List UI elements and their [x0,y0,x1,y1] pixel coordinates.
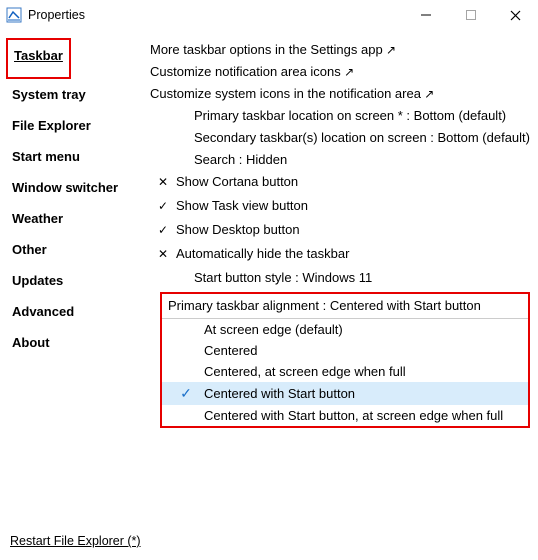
option-taskview[interactable]: ✓ Show Task view button [150,196,530,220]
title-bar: Properties [0,0,538,30]
dropdown-option-centered[interactable]: Centered [162,340,528,361]
link-system-icons[interactable]: Customize system icons in the notificati… [150,84,530,106]
active-tab-highlight: Taskbar [6,38,71,79]
sidebar-item-taskbar[interactable]: Taskbar [12,42,65,69]
dropdown-option-centered-edge[interactable]: Centered, at screen edge when full [162,361,528,382]
option-desktop[interactable]: ✓ Show Desktop button [150,220,530,244]
sidebar-item-weather[interactable]: Weather [10,205,146,232]
sidebar-item-updates[interactable]: Updates [10,267,146,294]
option-search[interactable]: Search : Hidden [150,150,530,172]
close-button[interactable] [493,0,538,30]
sidebar-item-start-menu[interactable]: Start menu [10,143,146,170]
check-icon: ✓ [150,198,176,215]
app-icon [6,7,22,23]
sidebar: Taskbar System tray File Explorer Start … [10,34,146,524]
dropdown-option-centered-start[interactable]: ✓ Centered with Start button [162,382,528,405]
minimize-button[interactable] [403,0,448,30]
maximize-button[interactable] [448,0,493,30]
check-icon: ✓ [168,385,204,402]
cross-icon: ✕ [150,246,176,263]
option-cortana[interactable]: ✕ Show Cortana button [150,172,530,196]
sidebar-item-other[interactable]: Other [10,236,146,263]
window-title: Properties [28,8,85,22]
main-panel: More taskbar options in the Settings app… [146,34,530,524]
option-autohide[interactable]: ✕ Automatically hide the taskbar [150,244,530,268]
dropdown-option-centered-start-edge[interactable]: Centered with Start button, at screen ed… [162,405,528,426]
alignment-dropdown: Primary taskbar alignment : Centered wit… [160,292,530,428]
sidebar-item-file-explorer[interactable]: File Explorer [10,112,146,139]
dropdown-option-edge[interactable]: At screen edge (default) [162,319,528,340]
content-area: Taskbar System tray File Explorer Start … [0,30,538,524]
dropdown-header[interactable]: Primary taskbar alignment : Centered wit… [162,294,528,319]
restart-explorer-link[interactable]: Restart File Explorer (*) [10,534,141,548]
cross-icon: ✕ [150,174,176,191]
check-icon: ✓ [150,222,176,239]
link-notification-icons[interactable]: Customize notification area icons [150,62,530,84]
option-secondary-location[interactable]: Secondary taskbar(s) location on screen … [150,128,530,150]
sidebar-item-system-tray[interactable]: System tray [10,81,146,108]
option-primary-location[interactable]: Primary taskbar location on screen * : B… [150,106,530,128]
link-more-options[interactable]: More taskbar options in the Settings app [150,40,530,62]
sidebar-item-advanced[interactable]: Advanced [10,298,146,325]
window-controls [403,0,538,30]
option-start-style[interactable]: Start button style : Windows 11 [150,268,530,290]
sidebar-item-about[interactable]: About [10,329,146,356]
sidebar-item-window-switcher[interactable]: Window switcher [10,174,146,201]
